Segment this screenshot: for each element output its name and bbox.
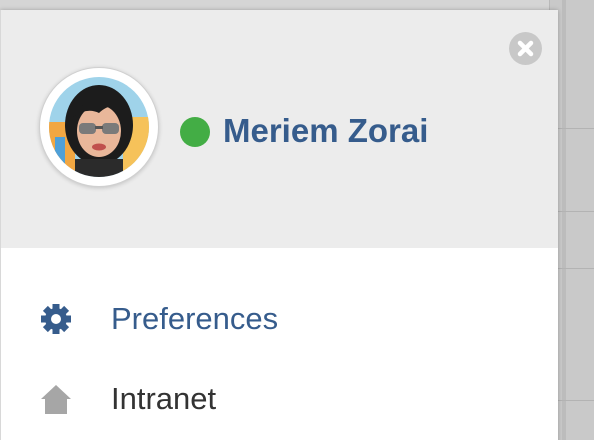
avatar-image (49, 77, 149, 177)
avatar[interactable] (39, 67, 159, 187)
menu-item-label: Intranet (111, 381, 217, 416)
background-stripe (562, 0, 566, 440)
close-icon (517, 40, 534, 57)
menu-item-intranet[interactable]: Intranet (1, 370, 541, 426)
user-header: Meriem Zorai (1, 10, 558, 248)
home-icon (39, 382, 73, 416)
menu-item-label: Preferences (111, 301, 279, 336)
menu-item-preferences[interactable]: Preferences (1, 290, 541, 346)
user-name[interactable]: Meriem Zorai (223, 111, 428, 151)
online-status-indicator (180, 117, 210, 147)
gear-icon (39, 302, 73, 336)
background-top-bar (0, 0, 594, 10)
close-button[interactable] (509, 32, 542, 65)
user-menu-popup: Meriem Zorai Preferences Intranet (0, 10, 558, 440)
